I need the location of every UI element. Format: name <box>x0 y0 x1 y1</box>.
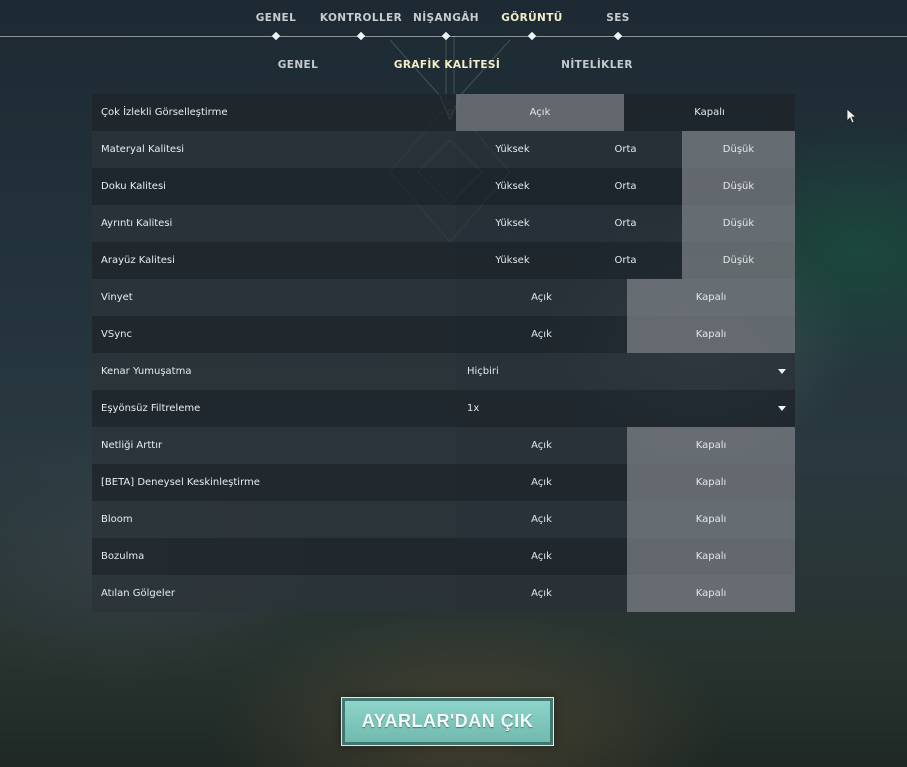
tab-general[interactable]: GENEL <box>256 12 296 24</box>
setting-label: Çok İzlekli Görselleştirme <box>92 94 456 131</box>
setting-row: Kenar Yumuşatma Hiçbiri <box>92 353 795 390</box>
mouse-cursor-icon <box>846 108 856 124</box>
setting-option-button[interactable]: Kapalı <box>627 427 795 464</box>
tab-general-marker <box>271 31 281 41</box>
setting-option-button[interactable]: Düşük <box>682 242 795 279</box>
setting-option-button[interactable]: Açık <box>456 427 627 464</box>
setting-label: Bloom <box>92 501 456 538</box>
tab-video-marker <box>527 31 537 41</box>
setting-options: Açık Kapalı <box>456 575 795 612</box>
setting-option-button[interactable]: Açık <box>456 279 627 316</box>
exit-settings-label: AYARLAR'DAN ÇIK <box>361 711 534 731</box>
setting-row: VSync Açık Kapalı <box>92 316 795 353</box>
setting-label: Materyal Kalitesi <box>92 131 456 168</box>
setting-options: Açık Kapalı <box>456 316 795 353</box>
tab-crosshair[interactable]: NİŞANGÂH <box>413 12 479 24</box>
setting-option-button[interactable]: Yüksek <box>456 205 569 242</box>
setting-row: Çok İzlekli Görselleştirme Açık Kapalı <box>92 94 795 131</box>
setting-option-button[interactable]: Yüksek <box>456 242 569 279</box>
setting-row: Vinyet Açık Kapalı <box>92 279 795 316</box>
setting-option-button[interactable]: Yüksek <box>456 131 569 168</box>
setting-label: Eşyönsüz Filtreleme <box>92 390 456 427</box>
setting-row: [BETA] Deneysel Keskinleştirme Açık Kapalı <box>92 464 795 501</box>
setting-row: Netliği Arttır Açık Kapalı <box>92 427 795 464</box>
setting-label: VSync <box>92 316 456 353</box>
exit-settings-button[interactable]: AYARLAR'DAN ÇIK <box>341 697 554 746</box>
setting-option-button[interactable]: Kapalı <box>627 316 795 353</box>
setting-option-button[interactable]: Yüksek <box>456 168 569 205</box>
setting-row: Bozulma Açık Kapalı <box>92 538 795 575</box>
setting-option-button[interactable]: Orta <box>569 242 682 279</box>
setting-label: Doku Kalitesi <box>92 168 456 205</box>
subtab-attributes[interactable]: NİTELİKLER <box>561 59 633 71</box>
setting-option-button[interactable]: Düşük <box>682 168 795 205</box>
setting-row: Materyal Kalitesi Yüksek Orta Düşük <box>92 131 795 168</box>
setting-options: Açık Kapalı <box>456 501 795 538</box>
setting-label: Netliği Arttır <box>92 427 456 464</box>
setting-options: Açık Kapalı <box>456 538 795 575</box>
tab-crosshair-marker <box>441 31 451 41</box>
setting-options: Yüksek Orta Düşük <box>456 168 795 205</box>
top-nav: GENEL KONTROLLER NİŞANGÂH GÖRÜNTÜ SES <box>0 0 907 41</box>
tab-audio-marker <box>613 31 623 41</box>
setting-option-button[interactable]: Açık <box>456 94 624 131</box>
setting-option-button[interactable]: Açık <box>456 501 627 538</box>
setting-option-button[interactable]: Kapalı <box>624 94 795 131</box>
setting-row: Doku Kalitesi Yüksek Orta Düşük <box>92 168 795 205</box>
setting-dropdown[interactable]: 1x <box>456 390 795 427</box>
setting-option-button[interactable]: Kapalı <box>627 575 795 612</box>
setting-options: Yüksek Orta Düşük <box>456 131 795 168</box>
setting-option-button[interactable]: Düşük <box>682 131 795 168</box>
setting-label: [BETA] Deneysel Keskinleştirme <box>92 464 456 501</box>
setting-row: Eşyönsüz Filtreleme 1x <box>92 390 795 427</box>
setting-options: Açık Kapalı <box>456 464 795 501</box>
setting-options: Açık Kapalı <box>456 427 795 464</box>
graphics-settings-table: Çok İzlekli Görselleştirme Açık Kapalı Mate… <box>92 94 795 612</box>
tab-controls[interactable]: KONTROLLER <box>320 12 402 24</box>
setting-option-button[interactable]: Kapalı <box>627 279 795 316</box>
setting-option-button[interactable]: Açık <box>456 575 627 612</box>
setting-row: Atılan Gölgeler Açık Kapalı <box>92 575 795 612</box>
setting-option-button[interactable]: Açık <box>456 538 627 575</box>
setting-options: Yüksek Orta Düşük <box>456 205 795 242</box>
setting-options: Açık Kapalı <box>456 279 795 316</box>
dropdown-value: Hiçbiri <box>467 366 499 377</box>
setting-options: Yüksek Orta Düşük <box>456 242 795 279</box>
setting-label: Kenar Yumuşatma <box>92 353 456 390</box>
caret-down-icon <box>778 406 786 411</box>
setting-row: Arayüz Kalitesi Yüksek Orta Düşük <box>92 242 795 279</box>
setting-label: Vinyet <box>92 279 456 316</box>
subtab-general[interactable]: GENEL <box>278 59 318 71</box>
setting-option-button[interactable]: Açık <box>456 316 627 353</box>
setting-option-button[interactable]: Orta <box>569 168 682 205</box>
setting-options: Açık Kapalı <box>456 94 795 131</box>
setting-option-button[interactable]: Düşük <box>682 205 795 242</box>
setting-label: Bozulma <box>92 538 456 575</box>
tab-video[interactable]: GÖRÜNTÜ <box>501 12 562 24</box>
setting-row: Bloom Açık Kapalı <box>92 501 795 538</box>
setting-option-button[interactable]: Kapalı <box>627 501 795 538</box>
tab-audio[interactable]: SES <box>606 12 630 24</box>
setting-option-button[interactable]: Orta <box>569 205 682 242</box>
subtab-graphics-quality[interactable]: GRAFİK KALİTESİ <box>394 59 500 71</box>
setting-row: Ayrıntı Kalitesi Yüksek Orta Düşük <box>92 205 795 242</box>
setting-option-button[interactable]: Açık <box>456 464 627 501</box>
setting-label: Arayüz Kalitesi <box>92 242 456 279</box>
setting-option-button[interactable]: Kapalı <box>627 538 795 575</box>
setting-option-button[interactable]: Orta <box>569 131 682 168</box>
dropdown-value: 1x <box>467 403 480 414</box>
setting-option-button[interactable]: Kapalı <box>627 464 795 501</box>
setting-label: Ayrıntı Kalitesi <box>92 205 456 242</box>
tab-controls-marker <box>356 31 366 41</box>
setting-dropdown[interactable]: Hiçbiri <box>456 353 795 390</box>
setting-label: Atılan Gölgeler <box>92 575 456 612</box>
top-nav-divider <box>0 36 907 37</box>
caret-down-icon <box>778 369 786 374</box>
